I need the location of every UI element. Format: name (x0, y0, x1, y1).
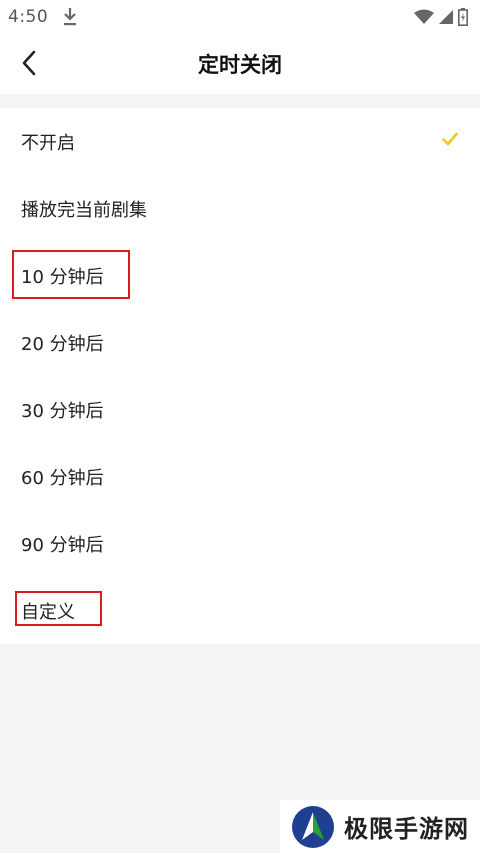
app-bar: 定时关闭 (0, 34, 480, 94)
back-button[interactable] (14, 48, 44, 78)
highlight-box-custom (15, 591, 102, 626)
status-time: 4:50 (8, 7, 49, 27)
signal-icon (439, 10, 453, 24)
section-divider (0, 94, 480, 108)
option-label: 20 分钟后 (21, 333, 104, 355)
option-label: 90 分钟后 (21, 534, 104, 556)
watermark-text: 极限手游网 (344, 814, 469, 843)
logo-icon (292, 805, 334, 848)
download-icon (64, 8, 77, 26)
chevron-left-icon (22, 50, 36, 76)
watermark: 极限手游网 (280, 800, 480, 853)
check-icon (442, 132, 458, 146)
option-end-of-episode[interactable]: 播放完当前剧集 (0, 175, 480, 242)
status-bar: 4:50 (0, 0, 480, 34)
option-off[interactable]: 不开启 (0, 108, 480, 175)
option-60-min[interactable]: 60 分钟后 (0, 443, 480, 510)
wifi-icon (414, 9, 434, 24)
highlight-box-10-min (12, 250, 130, 299)
page-title: 定时关闭 (198, 53, 282, 77)
option-90-min[interactable]: 90 分钟后 (0, 510, 480, 577)
option-label: 不开启 (21, 132, 75, 154)
option-label: 60 分钟后 (21, 467, 104, 489)
option-30-min[interactable]: 30 分钟后 (0, 376, 480, 443)
status-icons (414, 8, 468, 26)
option-label: 30 分钟后 (21, 400, 104, 422)
timer-option-list: 不开启 播放完当前剧集 10 分钟后 20 分钟后 30 分钟后 60 分钟后 … (0, 108, 480, 644)
option-20-min[interactable]: 20 分钟后 (0, 309, 480, 376)
battery-icon (458, 8, 468, 26)
option-label: 播放完当前剧集 (21, 199, 147, 221)
